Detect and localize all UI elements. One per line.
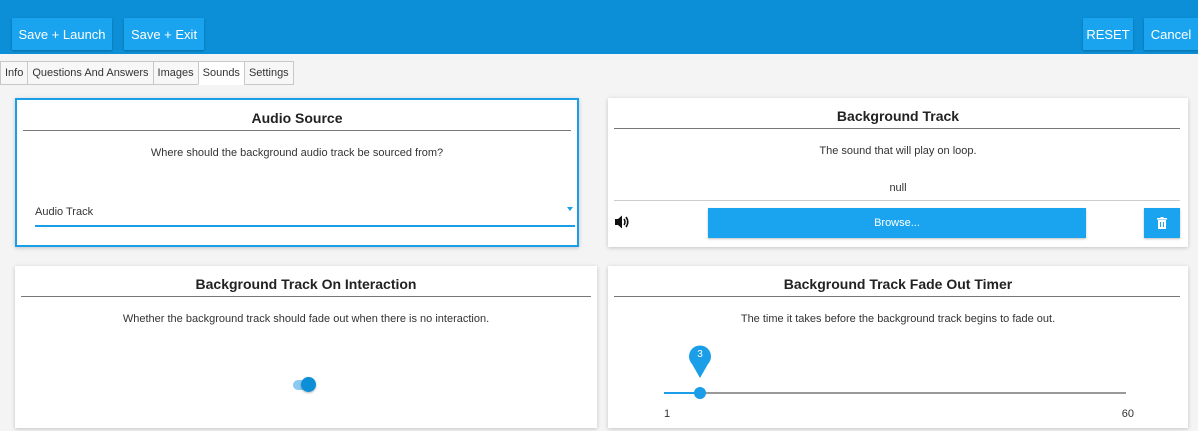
tab-info[interactable]: Info (0, 61, 28, 85)
top-toolbar: Save + Launch Save + Exit RESET Cancel (0, 0, 1198, 54)
background-track-title: Background Track (836, 108, 960, 124)
toggle-thumb (301, 377, 316, 392)
fade-timer-slider[interactable]: 3 1 60 (664, 326, 1134, 420)
audio-source-title: Audio Source (251, 110, 343, 126)
trash-icon (1157, 217, 1167, 229)
fade-timer-card: Background Track Fade Out Timer The time… (608, 266, 1188, 428)
background-track-description: The sound that will play on loop. (819, 145, 977, 157)
tab-sounds[interactable]: Sounds (197, 61, 244, 85)
interaction-title: Background Track On Interaction (195, 276, 417, 292)
slider-max-label: 60 (1121, 408, 1134, 420)
slider-value-bubble: 3 (688, 344, 712, 378)
fade-timer-description: The time it takes before the background … (740, 313, 1056, 325)
interaction-card: Background Track On Interaction Whether … (15, 266, 597, 428)
audio-source-description: Where should the background audio track … (150, 147, 444, 159)
delete-track-button[interactable] (1144, 208, 1180, 238)
title-divider (614, 296, 1180, 297)
save-exit-button[interactable]: Save + Exit (124, 18, 204, 50)
title-divider (21, 296, 591, 297)
slider-min-label: 1 (664, 408, 671, 420)
slider-thumb[interactable] (694, 387, 706, 399)
slider-value-text: 3 (697, 349, 703, 360)
reset-button[interactable]: RESET (1083, 18, 1133, 50)
background-track-card: Background Track The sound that will pla… (608, 98, 1188, 247)
audio-source-selected-value: Audio Track (35, 206, 94, 218)
value-divider (614, 200, 1180, 201)
tab-settings[interactable]: Settings (243, 61, 294, 85)
speaker-icon[interactable] (614, 214, 630, 230)
background-track-value: null (889, 182, 907, 194)
select-underline (35, 225, 575, 227)
tab-questions-and-answers[interactable]: Questions And Answers (27, 61, 153, 85)
audio-source-card: Audio Source Where should the background… (15, 98, 579, 247)
interaction-toggle[interactable] (291, 376, 317, 394)
cancel-button[interactable]: Cancel (1144, 18, 1198, 50)
slider-track (664, 392, 1126, 394)
browse-button[interactable]: Browse... (708, 208, 1086, 238)
tab-images[interactable]: Images (152, 61, 198, 85)
save-launch-button[interactable]: Save + Launch (12, 18, 112, 50)
tab-bar: Info Questions And Answers Images Sounds… (0, 61, 294, 85)
interaction-description: Whether the background track should fade… (122, 313, 490, 325)
title-divider (23, 130, 571, 131)
fade-timer-title: Background Track Fade Out Timer (783, 276, 1013, 292)
chevron-down-icon (567, 207, 573, 211)
title-divider (614, 128, 1180, 129)
